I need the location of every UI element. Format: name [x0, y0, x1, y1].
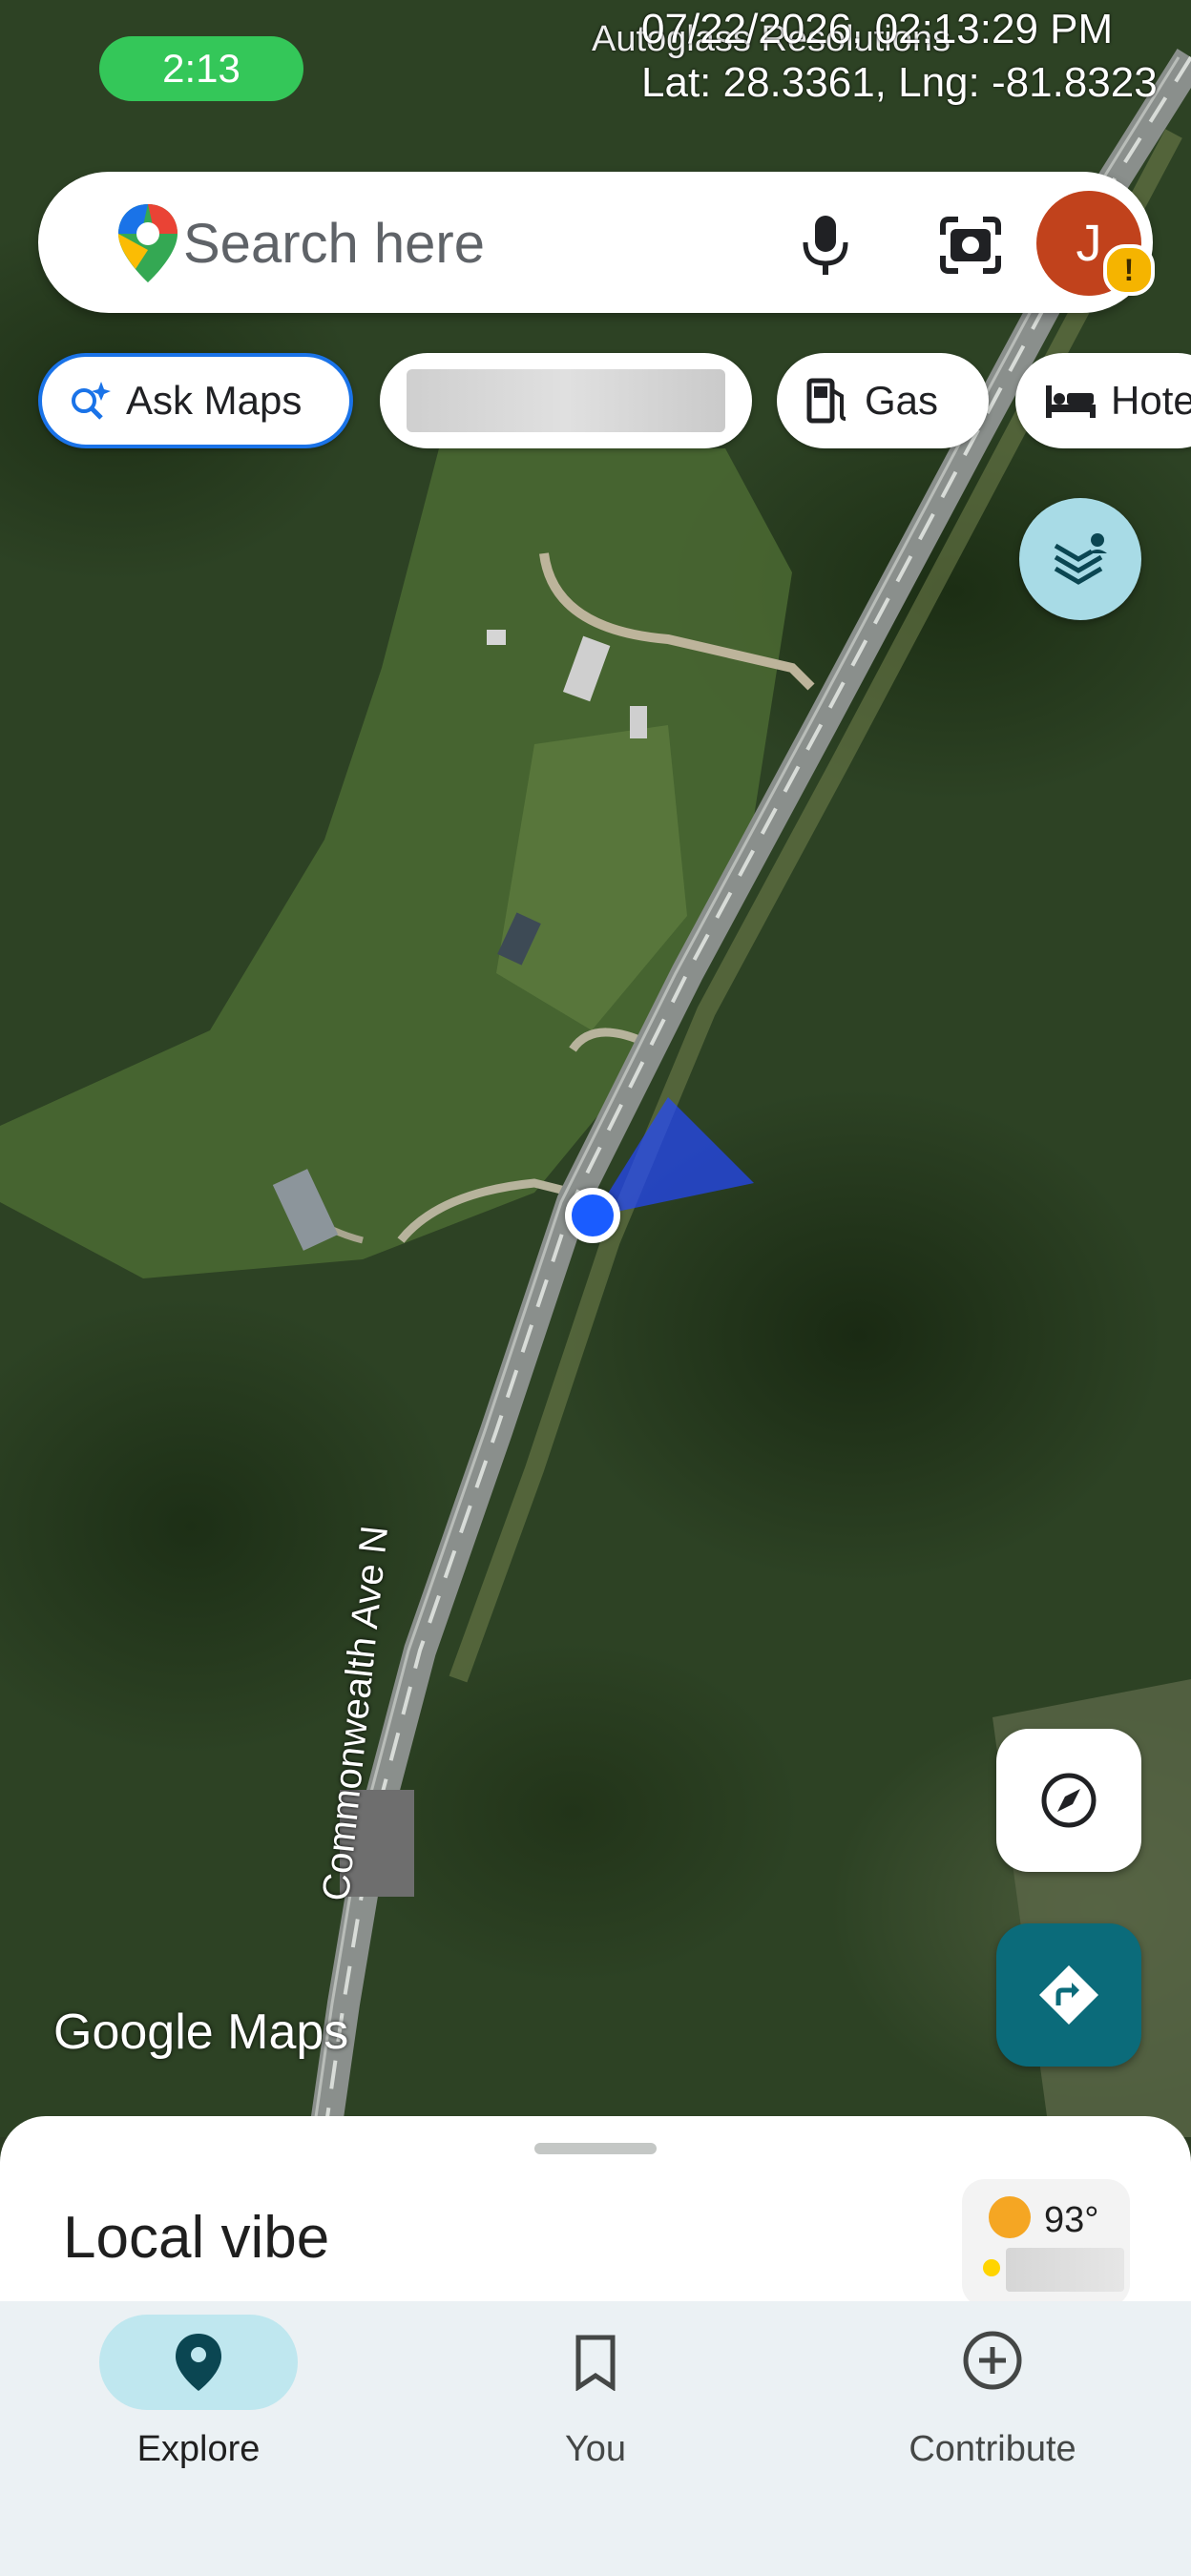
weather-card[interactable]: 93°	[962, 2179, 1130, 2307]
bed-icon	[1046, 385, 1096, 418]
nav-you[interactable]: You	[452, 2301, 739, 2511]
gas-pump-icon	[806, 378, 846, 424]
search-bar[interactable]: Search here J !	[38, 172, 1155, 313]
sun-icon	[989, 2196, 1031, 2238]
layers-button[interactable]	[1019, 498, 1141, 620]
compass-icon	[1041, 1773, 1097, 1828]
google-maps-logo-icon	[118, 204, 178, 282]
directions-button[interactable]	[996, 1923, 1141, 2067]
redacted-block	[1006, 2248, 1124, 2292]
search-input[interactable]: Search here	[183, 212, 485, 276]
nav-label: You	[564, 2429, 627, 2469]
nav-label: Explore	[136, 2429, 261, 2469]
sun-dot-icon	[983, 2259, 1000, 2276]
bottom-navigation: Explore You Contribute	[0, 2301, 1191, 2576]
layers-icon	[1054, 533, 1107, 585]
timestamp-overlay: 07/22/2026, 02:13:29 PM	[641, 6, 1114, 52]
current-location-dot[interactable]	[565, 1188, 620, 1243]
chip-label: Gas	[865, 378, 939, 423]
recenter-button[interactable]	[996, 1729, 1141, 1872]
alert-badge-icon: !	[1103, 244, 1155, 296]
chip-hotels[interactable]: Hotels	[1015, 353, 1191, 448]
sheet-drag-handle[interactable]	[534, 2143, 657, 2154]
chip-label: Ask Maps	[126, 378, 303, 423]
sparkle-search-icon	[72, 382, 111, 420]
status-time-pill: 2:13	[99, 36, 303, 101]
bookmark-icon	[575, 2335, 616, 2391]
chip-label: Hotels	[1111, 378, 1191, 423]
chip-ask-maps[interactable]: Ask Maps	[38, 353, 353, 448]
pin-icon	[176, 2334, 221, 2391]
nav-explore[interactable]: Explore	[55, 2301, 342, 2511]
chip-redacted[interactable]	[380, 353, 752, 448]
sheet-title: Local vibe	[63, 2205, 330, 2271]
nav-label: Contribute	[909, 2429, 1076, 2469]
chip-gas[interactable]: Gas	[777, 353, 989, 448]
microphone-icon[interactable]	[792, 212, 859, 279]
coords-overlay: Lat: 28.3361, Lng: -81.8323	[641, 59, 1158, 106]
weather-temperature: 93°	[1044, 2200, 1099, 2240]
nav-contribute[interactable]: Contribute	[849, 2301, 1136, 2511]
directions-icon	[1039, 1965, 1098, 2025]
google-maps-watermark: Google Maps	[53, 2005, 349, 2060]
plus-circle-icon	[963, 2331, 1022, 2390]
redacted-block	[407, 369, 725, 432]
google-lens-icon[interactable]	[935, 212, 1006, 279]
